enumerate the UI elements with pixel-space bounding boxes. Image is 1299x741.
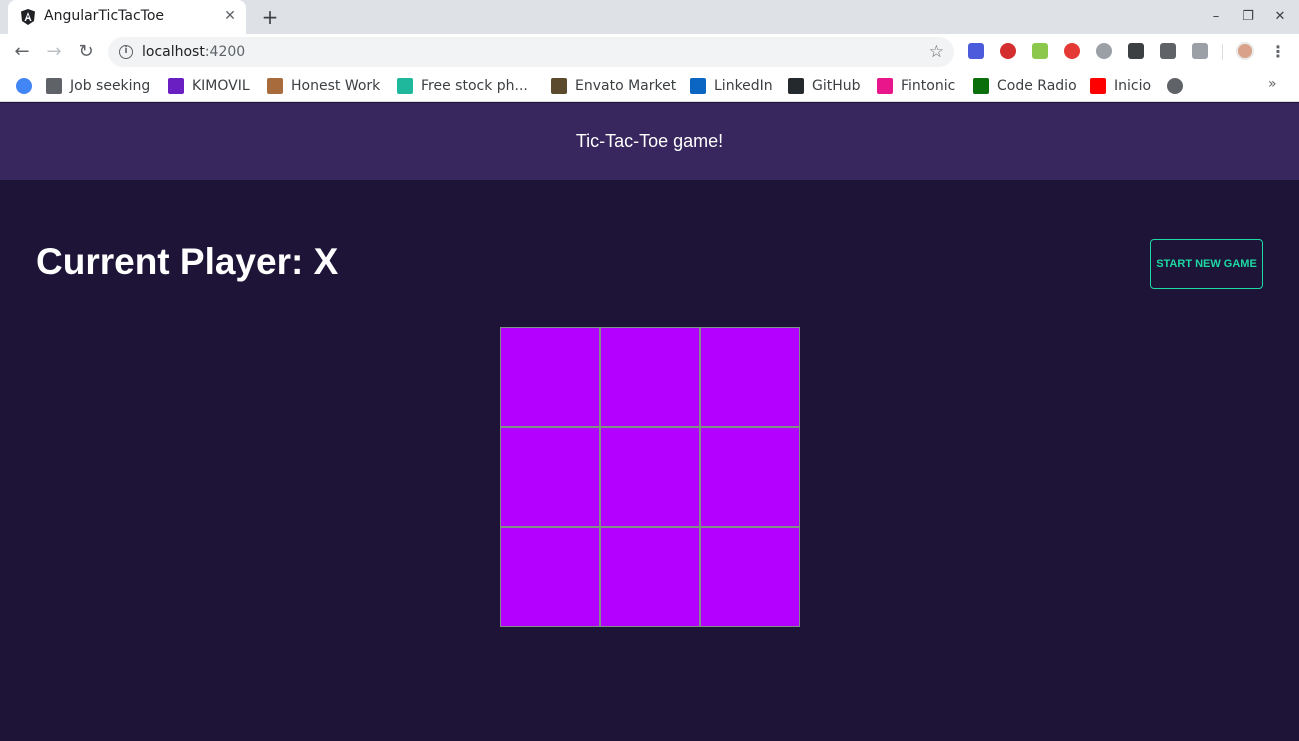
extension-8-icon[interactable] — [1192, 43, 1208, 59]
bookmark-star-icon[interactable]: ☆ — [929, 42, 944, 62]
timer-icon[interactable] — [1096, 43, 1112, 59]
minimize-icon[interactable]: – — [1208, 9, 1224, 25]
bookmark-label: Fintonic — [901, 78, 956, 94]
tab-title: AngularTicTacToe — [44, 8, 165, 24]
fintonic-icon — [877, 78, 893, 94]
browser-tab[interactable]: AngularTicTacToe ✕ — [8, 0, 246, 34]
kimovil-icon — [168, 78, 184, 94]
board-cell[interactable] — [700, 427, 800, 527]
bookmark-item[interactable]: Free stock ph... — [397, 76, 528, 96]
bookmark-label: Free stock ph... — [421, 78, 528, 94]
address-bar[interactable]: i localhost:4200 ☆ — [108, 37, 954, 67]
board-cell[interactable] — [600, 327, 700, 427]
profile-avatar[interactable] — [1236, 42, 1254, 60]
bookmark-label: Envato Market — [575, 78, 677, 94]
bookmark-item[interactable]: GitHub — [788, 76, 861, 96]
bookmark-label: Honest Work — [291, 78, 381, 94]
url-host: localhost — [142, 44, 205, 60]
envato-icon — [551, 78, 567, 94]
current-player-heading: Current Player: X — [36, 241, 339, 282]
game-board — [500, 327, 800, 627]
adblock-icon[interactable] — [1000, 43, 1016, 59]
bookmark-item[interactable] — [1167, 76, 1183, 96]
linkedin-icon — [690, 78, 706, 94]
bookmark-label: LinkedIn — [714, 78, 773, 94]
globe-icon — [1167, 78, 1183, 94]
bookmark-label: Inicio — [1114, 78, 1152, 94]
json-icon[interactable] — [1128, 43, 1144, 59]
browser-toolbar: ← → ↻ i localhost:4200 ☆ ⋮ — [0, 34, 1299, 70]
board-cell[interactable] — [600, 427, 700, 527]
browser-menu-icon[interactable]: ⋮ — [1270, 42, 1286, 62]
board-cell[interactable] — [700, 527, 800, 627]
bookmark-label: KIMOVIL — [192, 78, 250, 94]
bookmark-label: Code Radio — [997, 78, 1077, 94]
youtube-icon — [1090, 78, 1106, 94]
bookmark-item[interactable]: Code Radio — [973, 76, 1077, 96]
angular-logo-icon — [21, 9, 35, 25]
board-cell[interactable] — [600, 527, 700, 627]
board-cell[interactable] — [500, 327, 600, 427]
board-cell[interactable] — [500, 527, 600, 627]
extension-1-icon[interactable] — [968, 43, 984, 59]
info-icon[interactable]: i — [119, 45, 133, 59]
url-port: :4200 — [204, 44, 246, 60]
back-icon[interactable]: ← — [12, 42, 32, 62]
bookmark-label: Job seeking — [70, 78, 151, 94]
tab-strip: AngularTicTacToe ✕ + – ❐ ✕ — [0, 0, 1299, 34]
url-text[interactable]: localhost:4200 — [142, 44, 245, 60]
board-cell[interactable] — [500, 427, 600, 527]
bookmarks-bar: Job seeking KIMOVIL Honest Work Free stock … — [0, 70, 1299, 102]
close-window-icon[interactable]: ✕ — [1272, 9, 1288, 25]
code-radio-icon — [973, 78, 989, 94]
bookmarks-overflow-icon[interactable]: » — [1268, 76, 1277, 92]
bookmark-item[interactable]: Honest Work — [267, 76, 380, 96]
tab-close-icon[interactable]: ✕ — [222, 8, 238, 24]
bookmark-item[interactable]: Fintonic — [877, 76, 955, 96]
reload-icon[interactable]: ↻ — [76, 42, 96, 62]
bookmark-item[interactable] — [16, 76, 32, 96]
stock-photo-icon — [397, 78, 413, 94]
dog-icon — [267, 78, 283, 94]
bookmark-label: GitHub — [812, 78, 861, 94]
bookmark-item[interactable]: KIMOVIL — [168, 76, 250, 96]
new-tab-button[interactable]: + — [260, 7, 280, 27]
board-cell[interactable] — [700, 327, 800, 427]
folder-icon — [46, 78, 62, 94]
stop-icon[interactable] — [1064, 43, 1080, 59]
bookmark-item[interactable]: Envato Market — [551, 76, 676, 96]
github-icon — [788, 78, 804, 94]
nodejs-icon[interactable] — [1032, 43, 1048, 59]
toolbar-divider — [1222, 44, 1223, 60]
eyedropper-icon[interactable] — [1160, 43, 1176, 59]
app-header: Tic-Tac-Toe game! — [0, 103, 1299, 180]
bookmark-item[interactable]: Job seeking — [46, 76, 150, 96]
restore-icon[interactable]: ❐ — [1240, 9, 1256, 25]
forward-icon[interactable]: → — [44, 42, 64, 62]
bookmark-item[interactable]: Inicio — [1090, 76, 1151, 96]
start-new-game-button[interactable]: START NEW GAME — [1150, 239, 1263, 289]
app-title: Tic-Tac-Toe game! — [575, 131, 724, 151]
google-icon — [16, 78, 32, 94]
bookmark-item[interactable]: LinkedIn — [690, 76, 773, 96]
